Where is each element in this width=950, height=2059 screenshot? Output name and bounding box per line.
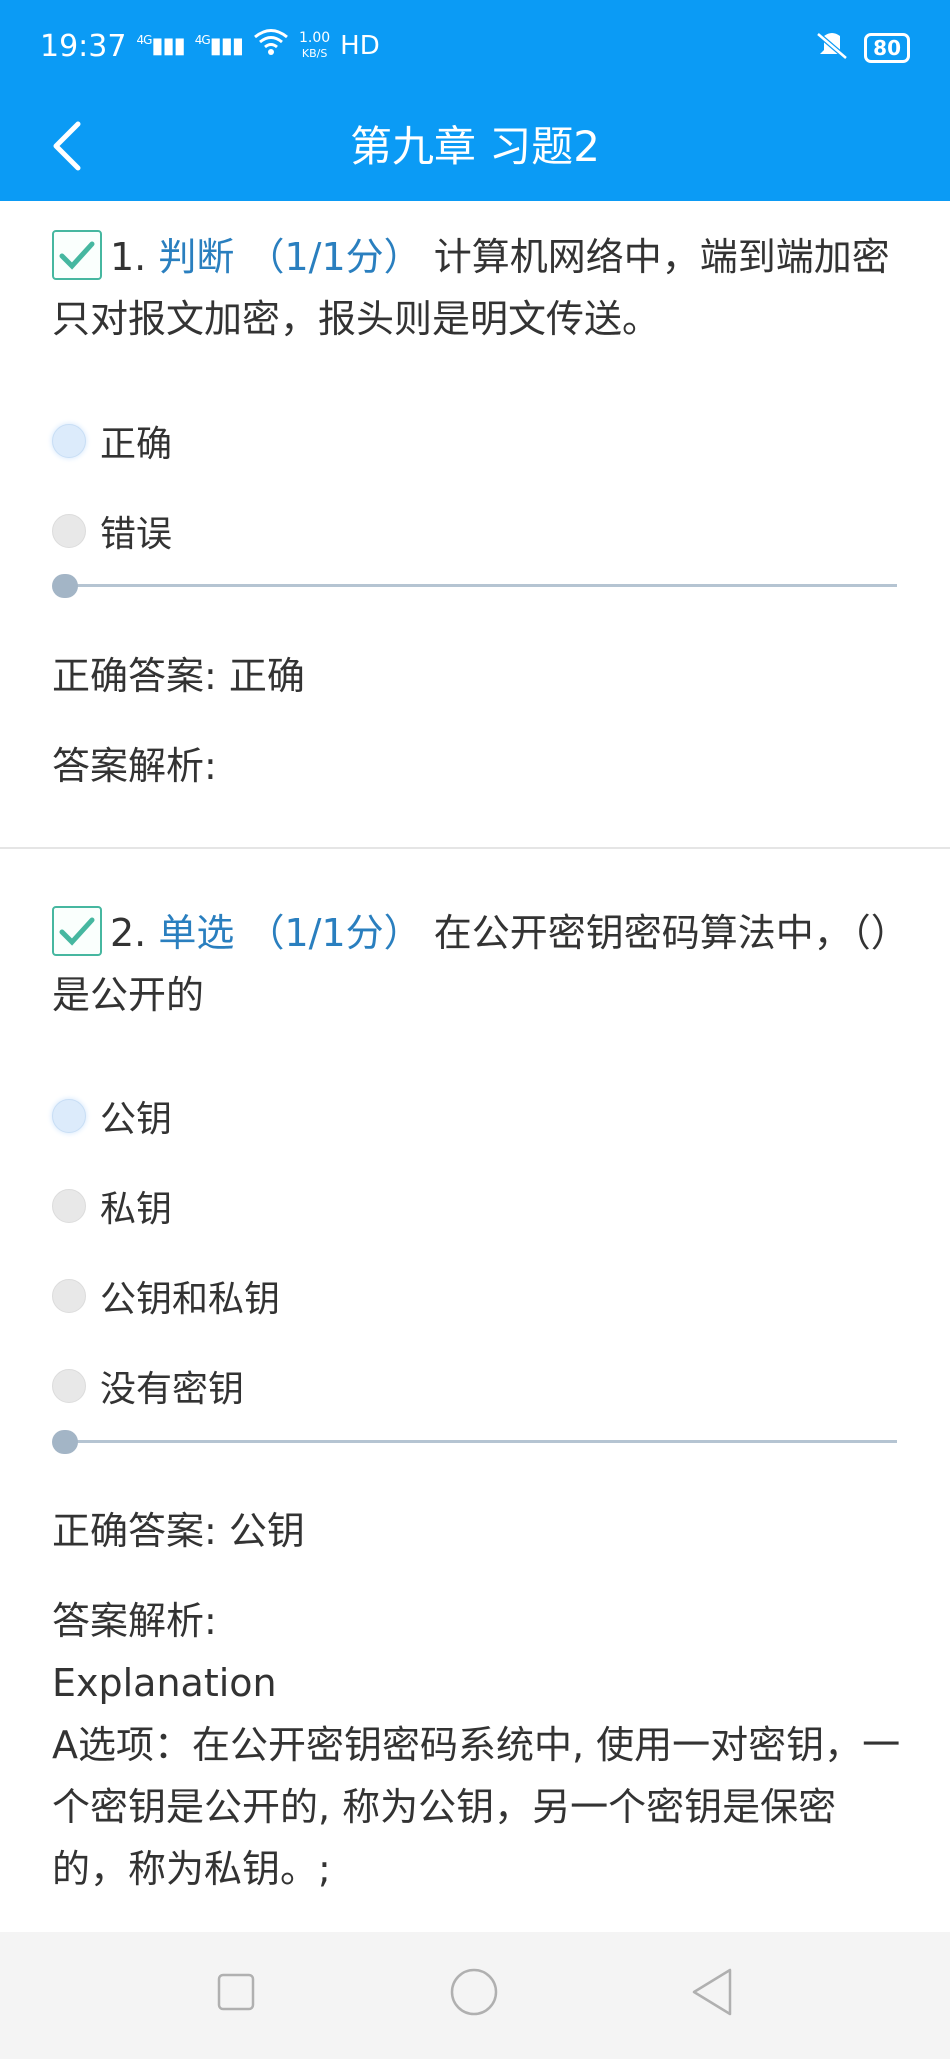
circle-icon (450, 1968, 498, 2016)
correct-answer-label: 正确答案: (52, 1509, 217, 1553)
triangle-left-icon (692, 1968, 732, 2016)
option-wrong[interactable]: 错误 (52, 506, 172, 556)
cellular-signal-icon: 4G▮▮▮ (136, 33, 185, 59)
correct-answer-value: 正确 (228, 654, 305, 698)
question-number: 2. (110, 911, 147, 955)
correct-answer-row: 正确答案: 正确 (52, 651, 305, 701)
progress-slider[interactable] (52, 1427, 897, 1457)
system-nav-bar (0, 1932, 950, 2059)
slider-thumb[interactable] (52, 574, 78, 598)
option-label: 公钥 (100, 1099, 173, 1140)
question-number: 1. (110, 235, 147, 279)
correct-answer-label: 正确答案: (52, 654, 217, 698)
analysis-block: 答案解析: Explanation A选项：在公开密钥密码系统中, 使用一对密钥… (52, 1590, 912, 1900)
option-private-key[interactable]: 私钥 (52, 1181, 172, 1231)
option-no-key[interactable]: 没有密钥 (52, 1361, 244, 1411)
page-title: 第九章 习题2 (349, 122, 601, 171)
explanation-title: Explanation (52, 1661, 277, 1705)
divider (0, 847, 950, 849)
radio-unselected[interactable] (52, 1369, 86, 1403)
question-2-heading: 2. 单选 （1/1分） 在公开密钥密码算法中，（）是公开的 (52, 902, 892, 1026)
home-button[interactable] (444, 1962, 504, 2022)
status-left: 19:37 4G▮▮▮ 4G▮▮▮ 1.00 KB/S HD (40, 28, 380, 64)
question-score: （1/1分） (246, 235, 422, 279)
analysis-label: 答案解析: (52, 1599, 217, 1643)
check-icon (52, 906, 102, 956)
question-1-heading: 1. 判断 （1/1分） 计算机网络中，端到端加密只对报文加密，报头则是明文传送… (52, 226, 892, 350)
hd-indicator: HD (340, 31, 380, 61)
radio-unselected[interactable] (52, 514, 86, 548)
status-right: 80 (814, 30, 910, 66)
option-public-key[interactable]: 公钥 (52, 1091, 172, 1141)
mute-vibrate-icon (814, 30, 850, 66)
option-correct[interactable]: 正确 (52, 416, 172, 466)
battery-indicator: 80 (864, 33, 910, 63)
back-nav-button[interactable] (682, 1962, 742, 2022)
option-label: 没有密钥 (100, 1369, 245, 1410)
recent-apps-button[interactable] (206, 1962, 266, 2022)
option-label: 私钥 (100, 1189, 173, 1230)
square-icon (217, 1973, 255, 2011)
question-score: （1/1分） (246, 911, 422, 955)
question-type: 单选 (158, 911, 235, 955)
option-both-keys[interactable]: 公钥和私钥 (52, 1271, 280, 1321)
status-time: 19:37 (40, 28, 127, 64)
radio-selected[interactable] (52, 424, 86, 458)
analysis-label: 答案解析: (52, 744, 217, 788)
progress-slider[interactable] (52, 571, 897, 601)
slider-thumb[interactable] (52, 1430, 78, 1454)
option-label: 正确 (100, 424, 173, 465)
radio-unselected[interactable] (52, 1189, 86, 1223)
status-bar: 19:37 4G▮▮▮ 4G▮▮▮ 1.00 KB/S HD 80 (0, 0, 950, 95)
option-label: 公钥和私钥 (100, 1279, 281, 1320)
correct-answer-value: 公钥 (228, 1509, 305, 1553)
radio-selected[interactable] (52, 1099, 86, 1133)
question-type: 判断 (158, 235, 235, 279)
option-label: 错误 (100, 514, 173, 555)
explanation-text: A选项：在公开密钥密码系统中, 使用一对密钥，一个密钥是公开的, 称为公钥，另一… (52, 1723, 901, 1891)
radio-unselected[interactable] (52, 1279, 86, 1313)
correct-answer-row: 正确答案: 公钥 (52, 1506, 305, 1556)
network-speed: 1.00 KB/S (299, 30, 331, 61)
header-bar: 第九章 习题2 (0, 95, 950, 201)
check-icon (52, 230, 102, 280)
slider-track (62, 1440, 897, 1443)
wifi-icon (253, 28, 289, 64)
slider-track (62, 584, 897, 587)
cellular-signal-icon-2: 4G▮▮▮ (194, 33, 244, 59)
